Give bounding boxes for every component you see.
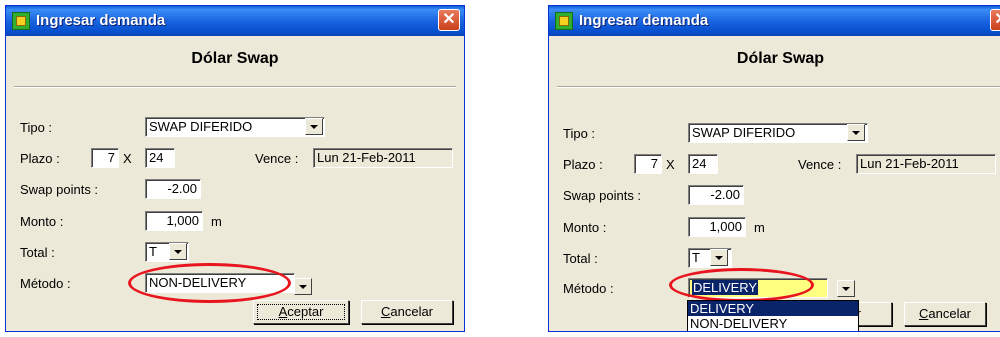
swap-points-input[interactable]: -2.00 (688, 185, 744, 205)
cancel-label-mnemonic: C (918, 306, 929, 321)
vence-label: Vence : (255, 151, 299, 166)
plazo-label: Plazo : (563, 157, 603, 172)
chevron-down-icon[interactable] (710, 249, 728, 266)
chevron-down-icon[interactable] (837, 280, 855, 297)
plazo-days-input[interactable]: 24 (688, 154, 718, 174)
tipo-value: SWAP DIFERIDO (149, 119, 253, 134)
window-title: Ingresar demanda (579, 12, 709, 29)
close-icon[interactable]: ✕ (990, 9, 1000, 31)
dropdown-option-non-delivery[interactable]: NON-DELIVERY (688, 316, 858, 331)
tipo-value: SWAP DIFERIDO (692, 125, 796, 140)
cancel-button[interactable]: Cancelar (361, 300, 453, 324)
window-title: Ingresar demanda (36, 12, 166, 29)
highlight-circle (128, 263, 291, 303)
app-icon (555, 12, 573, 30)
vence-field: Lun 21-Feb-2011 (856, 154, 996, 174)
monto-input[interactable]: 1,000 (688, 217, 746, 237)
accept-label-mnemonic: A (278, 304, 288, 319)
total-label: Total : (20, 245, 55, 260)
monto-unit: m (211, 214, 222, 229)
accept-label-rest: ceptar (287, 304, 324, 319)
plazo-label: Plazo : (20, 151, 60, 166)
plazo-days-input[interactable]: 24 (145, 148, 175, 168)
form-heading: Dólar Swap (736, 50, 825, 67)
chevron-down-icon[interactable] (305, 118, 323, 135)
tipo-select[interactable]: SWAP DIFERIDO (145, 117, 325, 137)
plazo-count-input[interactable]: 7 (634, 154, 662, 174)
swap-points-input[interactable]: -2.00 (145, 179, 201, 199)
dialog-ingresar-demanda-2: Ingresar demanda ✕ Dólar Swap Tipo : SWA… (548, 5, 1000, 332)
app-icon (12, 12, 30, 30)
separator (14, 86, 456, 88)
form-heading: Dólar Swap (191, 50, 279, 67)
monto-label: Monto : (20, 214, 64, 229)
swap-points-label: Swap points : (20, 182, 99, 197)
dropdown-option-delivery[interactable]: DELIVERY (688, 301, 858, 316)
dialog-ingresar-demanda-1: Ingresar demanda ✕ Dólar Swap Tipo : SWA… (5, 5, 465, 332)
metodo-label: Método : (563, 281, 614, 296)
monto-unit: m (754, 220, 765, 235)
chevron-down-icon[interactable] (169, 243, 187, 260)
monto-label: Monto : (563, 220, 607, 235)
swap-points-label: Swap points : (563, 188, 642, 203)
monto-input[interactable]: 1,000 (145, 211, 203, 231)
plazo-times-label: X (666, 157, 675, 172)
total-label: Total : (563, 251, 598, 266)
cancel-label-mnemonic: C (380, 304, 391, 319)
plazo-count-input[interactable]: 7 (91, 148, 119, 168)
cancel-label-rest: ancelar (390, 304, 434, 319)
chevron-down-icon[interactable] (847, 124, 865, 141)
tipo-label: Tipo : (20, 120, 53, 135)
total-value: T (692, 250, 700, 265)
tipo-label: Tipo : (563, 126, 596, 141)
total-value: T (149, 244, 157, 259)
separator (557, 86, 1000, 88)
vence-field: Lun 21-Feb-2011 (313, 148, 453, 168)
highlight-circle (669, 268, 814, 302)
title-bar[interactable]: Ingresar demanda ✕ (6, 6, 464, 36)
tipo-select[interactable]: SWAP DIFERIDO (688, 123, 868, 143)
close-icon[interactable]: ✕ (438, 9, 460, 31)
metodo-dropdown-list[interactable]: DELIVERY NON-DELIVERY (687, 300, 859, 331)
vence-label: Vence : (798, 157, 842, 172)
cancel-label-rest: ancelar (928, 306, 972, 321)
cancel-button[interactable]: Cancelar (904, 302, 986, 326)
plazo-times-label: X (123, 151, 132, 166)
accept-button[interactable]: Aceptar (253, 300, 349, 324)
metodo-label: Método : (20, 276, 71, 291)
title-bar[interactable]: Ingresar demanda ✕ (549, 6, 1000, 36)
chevron-down-icon[interactable] (294, 278, 312, 295)
